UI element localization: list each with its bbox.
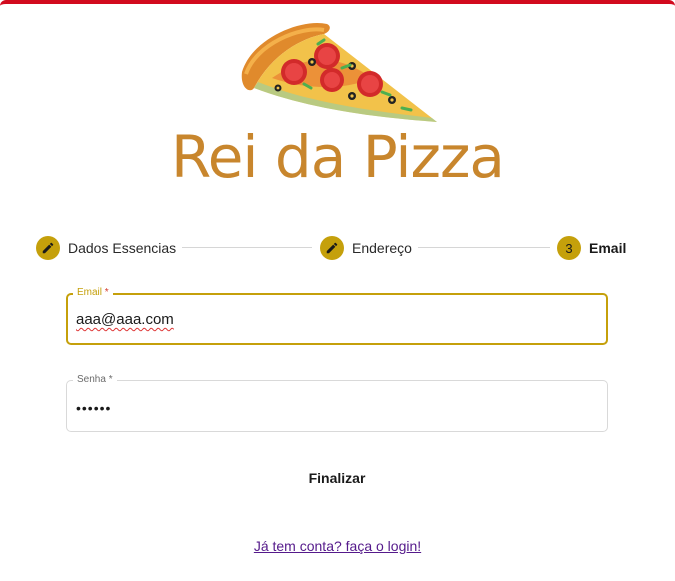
step-dados-essenciais[interactable]: Dados Essencias	[36, 235, 176, 261]
finalizar-button[interactable]: Finalizar	[287, 463, 387, 493]
password-label: Senha *	[73, 373, 117, 387]
pencil-icon	[320, 236, 344, 260]
step-connector	[182, 247, 312, 248]
email-label: Email *	[73, 286, 113, 300]
step-email[interactable]: 3 Email	[557, 235, 626, 261]
stepper: Dados Essencias Endereço 3 Email	[36, 235, 636, 261]
password-field[interactable]: Senha * ••••••	[66, 373, 608, 432]
step-endereco[interactable]: Endereço	[320, 235, 412, 261]
email-input[interactable]: aaa@aaa.com	[76, 311, 174, 328]
signup-card: Rei da Pizza Dados Essencias Endereço 3 …	[0, 0, 675, 581]
step-label: Dados Essencias	[68, 240, 177, 256]
brand-title: Rei da Pizza	[171, 123, 505, 191]
step-label: Endereço	[352, 240, 412, 256]
pencil-icon	[36, 236, 60, 260]
email-field[interactable]: Email * aaa@aaa.com	[66, 286, 608, 345]
step-number: 3	[557, 236, 581, 260]
login-link[interactable]: Já tem conta? faça o login!	[0, 538, 675, 554]
password-input[interactable]: ••••••	[76, 400, 111, 416]
step-label: Email	[589, 240, 627, 256]
step-connector	[418, 247, 550, 248]
pizza-slice-icon	[241, 22, 437, 122]
